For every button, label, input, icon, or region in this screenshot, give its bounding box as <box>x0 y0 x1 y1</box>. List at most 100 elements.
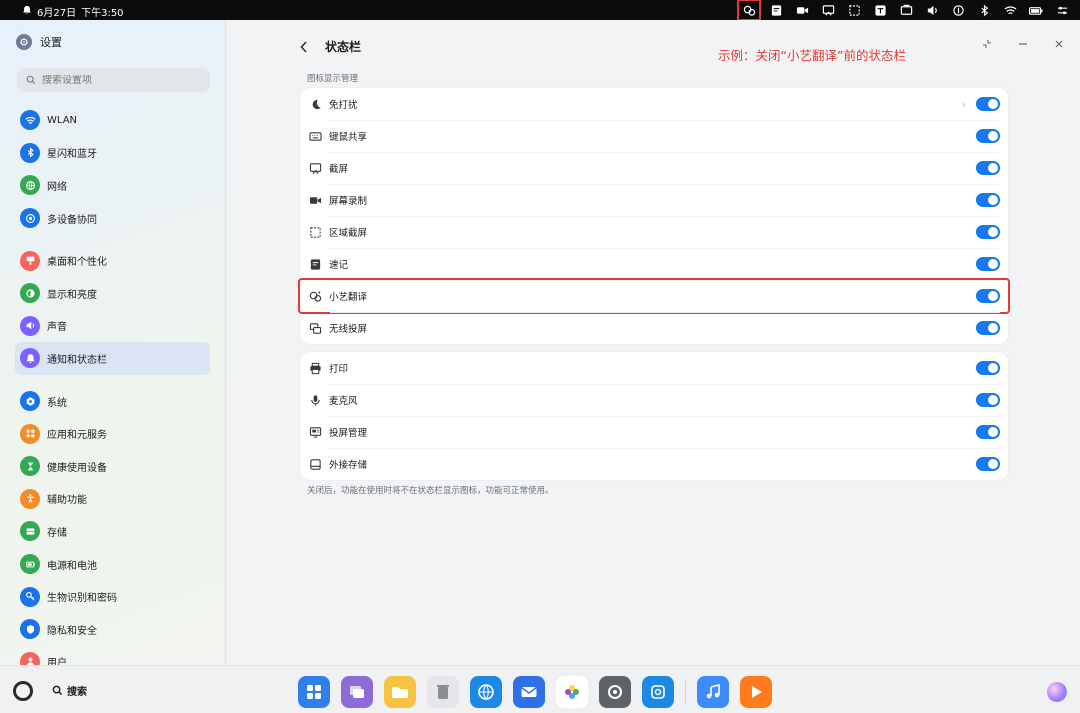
sidebar-item-bluetooth[interactable]: 星闪和蓝牙 <box>15 137 210 170</box>
device-icon-settings-card: 打印 麦克风 投屏管理 外接存储 <box>300 352 1008 480</box>
user-icon <box>20 651 40 665</box>
sidebar-item-devices[interactable]: 多设备协同 <box>15 202 210 235</box>
sidebar-item-shield[interactable]: 隐私和安全 <box>15 613 210 646</box>
settings-icon[interactable] <box>599 676 631 708</box>
sidebar-item-storage[interactable]: 存储 <box>15 515 210 548</box>
toggle-switch[interactable] <box>976 457 1000 471</box>
screenshot-icon <box>308 161 322 175</box>
area-screenshot-icon[interactable] <box>846 2 862 18</box>
sidebar-item-brightness[interactable]: 显示和亮度 <box>15 277 210 310</box>
app-center-icon[interactable] <box>298 676 330 708</box>
control-center-icon[interactable] <box>1054 2 1070 18</box>
screenshot-icon[interactable] <box>820 2 836 18</box>
sidebar-item-brush[interactable]: 桌面和个性化 <box>15 244 210 277</box>
brush-icon <box>20 250 40 271</box>
taskbar: 搜索 <box>0 665 1080 713</box>
page-title: 状态栏 <box>325 40 362 54</box>
setting-label: 屏幕录制 <box>329 196 368 207</box>
sidebar-item-user[interactable]: 用户 <box>15 646 210 665</box>
sidebar-item-system[interactable]: 系统 <box>15 385 210 418</box>
toggle-switch[interactable] <box>976 225 1000 239</box>
icon-settings-card: 免打扰 › 键鼠共享 截屏 屏幕录制 区域截屏 速记 小艺翻译 无线投屏 <box>298 88 1010 344</box>
restore-icon[interactable] <box>980 37 994 51</box>
video-icon[interactable] <box>740 676 772 708</box>
setting-row-area-screenshot: 区域截屏 <box>300 216 1008 248</box>
trash-icon[interactable] <box>427 676 459 708</box>
chevron-right-icon[interactable]: › <box>962 98 966 111</box>
devices-icon <box>20 208 40 229</box>
setting-row-wireless-projection: 无线投屏 <box>300 312 1008 344</box>
sidebar-item-label: 星闪和蓝牙 <box>47 149 97 161</box>
setting-row-screenshot: 截屏 <box>300 152 1008 184</box>
sidebar-item-apps[interactable]: 应用和元服务 <box>15 417 210 450</box>
sidebar-item-sound[interactable]: 声音 <box>15 310 210 343</box>
toggle-switch[interactable] <box>976 393 1000 407</box>
sidebar-search[interactable] <box>17 68 210 92</box>
projection-icon[interactable] <box>898 2 914 18</box>
microphone-icon <box>308 393 322 407</box>
start-button[interactable] <box>13 681 33 701</box>
sidebar-item-label: 显示和亮度 <box>47 289 97 301</box>
main-panel: 状态栏 示例：关闭“小艺翻译”前的状态栏 图标显示管理 免打扰 › 键鼠共享 截屏 屏幕… <box>227 20 1080 665</box>
setting-row-microphone: 麦克风 <box>300 384 1008 416</box>
app-market-icon[interactable] <box>642 676 674 708</box>
wireless-projection-icon <box>308 321 322 335</box>
toggle-switch[interactable] <box>976 361 1000 375</box>
sidebar-item-label: 通知和状态栏 <box>47 354 107 366</box>
bluetooth-alt-icon[interactable] <box>950 2 966 18</box>
toggle-switch[interactable] <box>976 425 1000 439</box>
toggle-switch[interactable] <box>976 257 1000 271</box>
screen-record-icon[interactable] <box>794 2 810 18</box>
sidebar-item-globe[interactable]: 网络 <box>15 169 210 202</box>
toggle-switch[interactable] <box>976 321 1000 335</box>
sidebar-item-key[interactable]: 生物识别和密码 <box>15 580 210 613</box>
sidebar-item-wifi[interactable]: WLAN <box>15 104 210 137</box>
sidebar-title: 设置 <box>40 36 62 49</box>
translate-icon[interactable] <box>872 2 888 18</box>
toggle-switch[interactable] <box>976 289 1000 303</box>
toggle-switch[interactable] <box>976 193 1000 207</box>
back-button[interactable] <box>299 39 313 55</box>
multi-window-icon[interactable] <box>341 676 373 708</box>
status-time: 下午3:50 <box>81 8 124 19</box>
setting-row-printer: 打印 <box>300 352 1008 384</box>
sidebar-item-hourglass[interactable]: 健康使用设备 <box>15 450 210 483</box>
mail-icon[interactable] <box>513 676 545 708</box>
shield-icon <box>20 619 40 640</box>
wifi-icon[interactable] <box>1002 2 1018 18</box>
xiaoyi-translate-icon[interactable] <box>737 0 761 21</box>
sidebar-item-label: 隐私和安全 <box>47 625 97 637</box>
minimize-icon[interactable] <box>1016 37 1030 51</box>
taskbar-search-label: 搜索 <box>67 687 87 698</box>
close-icon[interactable] <box>1052 37 1066 51</box>
setting-label: 外接存储 <box>329 460 368 471</box>
sidebar-item-bell[interactable]: 通知和状态栏 <box>15 342 210 375</box>
browser-icon[interactable] <box>470 676 502 708</box>
dock-apps <box>298 676 772 708</box>
setting-label: 无线投屏 <box>329 324 368 335</box>
sidebar-header: 设置 <box>16 34 62 50</box>
files-icon[interactable] <box>384 676 416 708</box>
gallery-icon[interactable] <box>556 676 588 708</box>
apps-icon <box>20 423 40 444</box>
globe-icon <box>20 175 40 196</box>
taskbar-search[interactable]: 搜索 <box>52 683 87 698</box>
toggle-switch[interactable] <box>976 129 1000 143</box>
assistant-icon[interactable] <box>1047 682 1067 702</box>
toggle-switch[interactable] <box>976 97 1000 111</box>
notes-icon <box>308 257 322 271</box>
setting-row-moon: 免打扰 › <box>300 88 1008 120</box>
sidebar-item-battery[interactable]: 电源和电池 <box>15 548 210 581</box>
chevron-left-icon <box>300 41 307 53</box>
sidebar-item-accessibility[interactable]: 辅助功能 <box>15 483 210 516</box>
dock-separator <box>685 679 686 705</box>
moon-icon <box>308 97 322 111</box>
volume-icon[interactable] <box>924 2 940 18</box>
notes-icon[interactable] <box>768 2 784 18</box>
bluetooth-icon[interactable] <box>976 2 992 18</box>
music-icon[interactable] <box>697 676 729 708</box>
window-controls <box>980 37 1066 51</box>
toggle-switch[interactable] <box>976 161 1000 175</box>
search-input[interactable] <box>42 74 192 86</box>
